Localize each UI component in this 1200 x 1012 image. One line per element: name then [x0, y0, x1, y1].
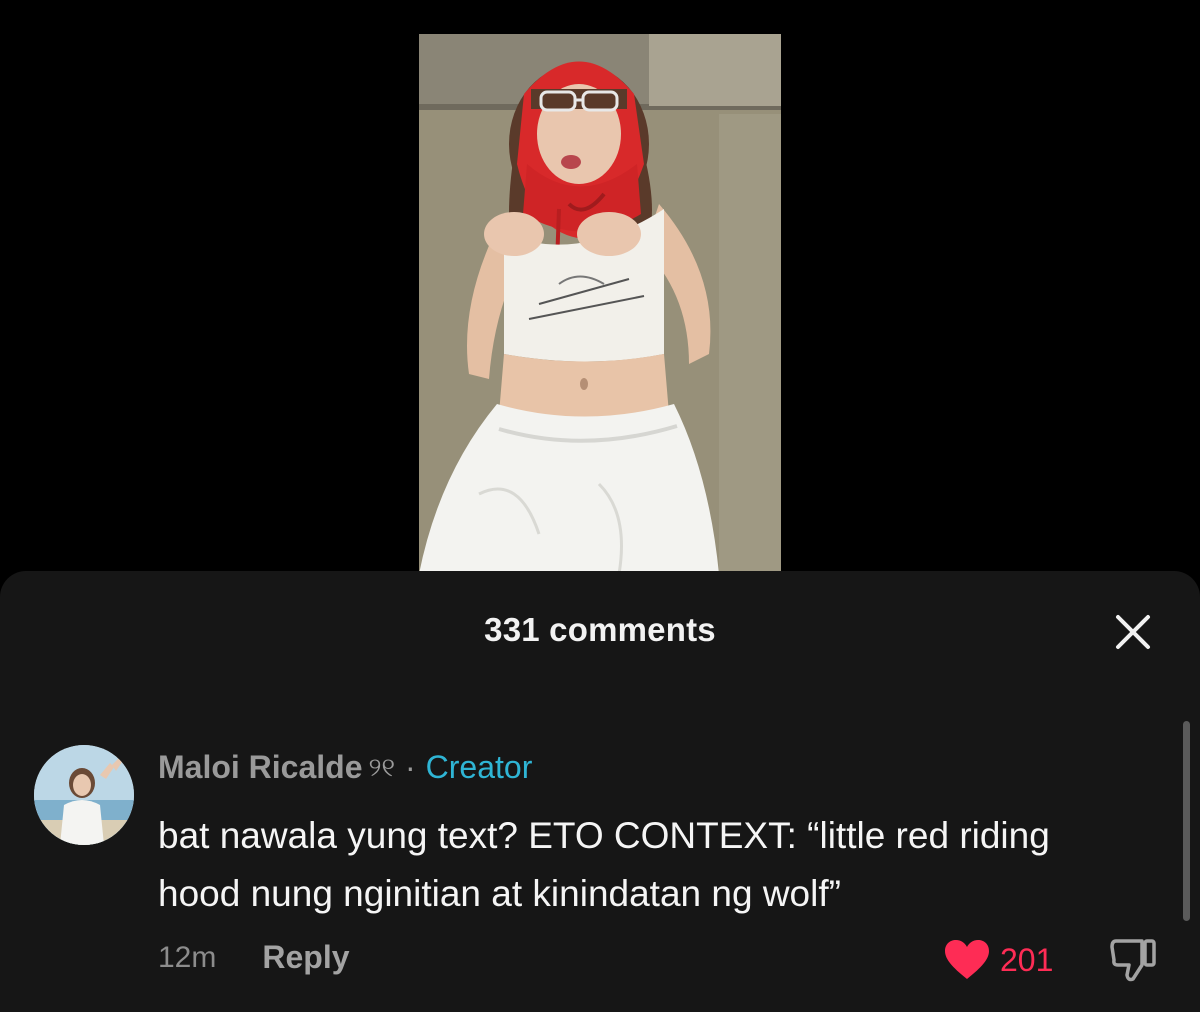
scrollbar[interactable] [1183, 721, 1190, 921]
dislike-button[interactable] [1108, 937, 1158, 983]
like-count: 201 [1000, 941, 1054, 978]
thumbs-down-icon [1110, 939, 1156, 982]
comment-meta: 12m Reply [158, 939, 350, 976]
comment-text: bat nawala yung text? ETO CONTEXT: “litt… [158, 815, 1050, 914]
username-suffix: ୨୧ [368, 751, 396, 782]
close-button[interactable] [1108, 607, 1158, 657]
comment-header: Maloi Ricalde ୨୧ · Creator [158, 749, 532, 786]
comments-count-title: 331 comments [484, 611, 716, 648]
video-frame [419, 34, 781, 574]
comments-sheet: 331 comments Maloi Ricalde ୨୧ · Creator … [0, 571, 1200, 1012]
close-icon [1116, 615, 1150, 649]
comment-username[interactable]: Maloi Ricalde [158, 749, 363, 786]
video-thumbnail[interactable] [419, 34, 781, 574]
separator-dot: · [405, 749, 416, 785]
screen: 331 comments Maloi Ricalde ୨୧ · Creator … [0, 0, 1200, 1012]
heart-icon [945, 940, 989, 979]
creator-badge: Creator [425, 749, 533, 785]
like-button[interactable]: 201 [944, 939, 1053, 981]
avatar-image [34, 745, 134, 845]
avatar[interactable] [34, 745, 134, 845]
comment-time: 12m [158, 940, 217, 974]
reply-button[interactable]: Reply [262, 939, 349, 976]
